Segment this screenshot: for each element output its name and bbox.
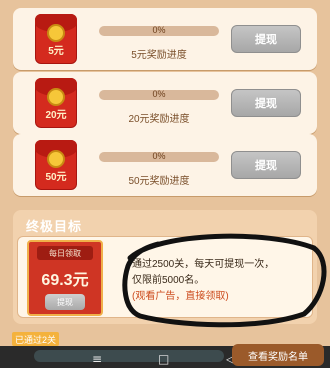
goal-title: 终极目标 <box>26 219 83 234</box>
goal-desc-line2: 仅限前5000名。 <box>132 275 205 286</box>
reward-card-20: 20元 0% 20元奖励进度 提现 <box>13 72 317 134</box>
daily-caption: 每日领取 <box>37 246 93 260</box>
reward-label: 50元奖励进度 <box>128 176 190 187</box>
reward-screen: 5元 0% 5元奖励进度 提现 20元 0% 20元奖励进度 提现 50元 0%… <box>0 0 330 368</box>
withdraw-button[interactable]: 提现 <box>231 25 301 53</box>
goal-desc-line1: 通过2500关，每天可提现一次， <box>132 259 275 270</box>
goal-desc-ad[interactable]: (观看广告，直接领取) <box>132 289 302 305</box>
red-packet-icon: 20元 <box>35 78 77 128</box>
reward-label: 20元奖励进度 <box>128 114 190 125</box>
progress-text: 0% <box>152 26 166 35</box>
red-packet-icon: 5元 <box>35 14 77 64</box>
home-square-icon[interactable]: □ <box>158 352 169 366</box>
progress-bar: 0% <box>99 90 219 100</box>
progress-bar: 0% <box>99 26 219 36</box>
coin-icon <box>47 24 65 42</box>
menu-icon[interactable]: ≡ <box>92 352 102 366</box>
reward-label: 5元奖励进度 <box>131 50 187 61</box>
daily-amount: 69.3元 <box>41 272 89 289</box>
view-reward-list-button[interactable]: 查看奖励名单 <box>232 344 324 366</box>
packet-amount: 50元 <box>45 172 67 183</box>
reward-card-50: 50元 0% 50元奖励进度 提现 <box>13 134 317 196</box>
red-packet-icon: 50元 <box>35 140 77 190</box>
passed-levels-badge: 已通过2关 <box>12 332 60 346</box>
goal-description: 通过2500关，每天可提现一次， 仅限前5000名。 (观看广告，直接领取) <box>132 257 302 305</box>
daily-withdraw-button[interactable]: 提现 <box>45 294 85 310</box>
withdraw-button[interactable]: 提现 <box>231 89 301 117</box>
daily-claim-box: 每日领取 69.3元 提现 <box>27 240 103 316</box>
packet-amount: 20元 <box>45 110 67 121</box>
coin-icon <box>47 150 65 168</box>
progress-bar: 0% <box>99 152 219 162</box>
coin-icon <box>47 88 65 106</box>
packet-amount: 5元 <box>48 46 64 57</box>
withdraw-button[interactable]: 提现 <box>231 151 301 179</box>
bottom-progress-track <box>34 350 224 362</box>
progress-text: 0% <box>152 152 166 161</box>
progress-text: 0% <box>152 90 166 99</box>
reward-card-5: 5元 0% 5元奖励进度 提现 <box>13 8 317 70</box>
